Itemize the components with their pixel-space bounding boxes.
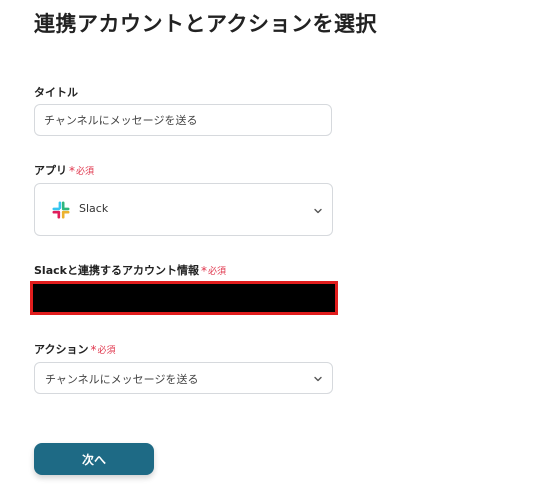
title-field-label-text: タイトル [34,86,78,99]
required-text: 必須 [207,267,226,277]
account-field-label: Slackと連携するアカウント情報 *必須 [34,262,226,278]
title-field-label: タイトル [34,84,78,100]
next-button[interactable]: 次へ [34,443,154,475]
chevron-down-icon [314,208,322,214]
page-title: 連携アカウントとアクションを選択 [34,12,377,36]
required-asterisk: * [69,164,75,178]
required-asterisk: * [200,264,207,278]
account-select-redacted[interactable] [30,281,338,315]
action-field-label: アクション *必須 [34,341,115,357]
action-select-value: チャンネルにメッセージを送る [45,373,199,386]
required-text: 必須 [76,167,95,177]
action-field-label-text: アクション [34,343,89,356]
required-text: 必須 [97,346,116,356]
account-field-label-text: Slackと連携するアカウント情報 [34,264,199,277]
title-input[interactable] [34,104,332,136]
required-badge: *必須 [69,164,95,178]
app-select[interactable]: Slack [34,183,333,236]
required-badge: *必須 [90,343,116,357]
app-select-value: Slack [79,202,109,215]
chevron-down-icon [314,376,322,382]
required-asterisk: * [90,343,97,357]
app-field-label: アプリ *必須 [34,162,94,178]
required-badge: *必須 [200,264,226,278]
app-field-label-text: アプリ [34,164,67,177]
slack-logo-icon [52,201,70,219]
action-select[interactable]: チャンネルにメッセージを送る [34,362,333,394]
